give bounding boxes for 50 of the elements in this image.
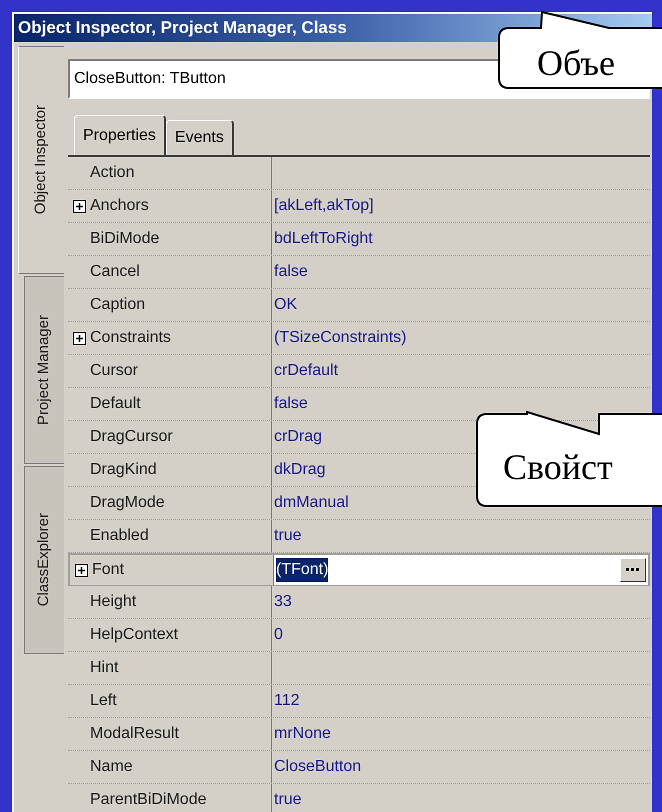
property-value[interactable]: crDrag: [274, 425, 322, 449]
property-name: Constraints: [90, 328, 171, 348]
ellipsis-icon: [626, 568, 640, 572]
property-name: Enabled: [90, 526, 149, 546]
property-value[interactable]: [akLeft,akTop]: [274, 194, 374, 218]
ellipsis-button[interactable]: [620, 558, 646, 582]
expand-icon[interactable]: [72, 200, 86, 212]
property-name: Action: [90, 163, 134, 183]
side-tab[interactable]: Project Manager: [24, 276, 64, 464]
side-tab[interactable]: ClassExplorer: [24, 466, 64, 654]
property-value[interactable]: 112: [274, 689, 300, 713]
tab[interactable]: Events: [166, 120, 234, 155]
property-value[interactable]: 0: [274, 623, 283, 647]
property-name: Font: [92, 560, 124, 580]
property-name: ModalResult: [90, 724, 179, 744]
property-name: DragKind: [90, 460, 157, 480]
window-title: Object Inspector, Project Manager, Class: [18, 17, 347, 40]
property-value[interactable]: mrNone: [274, 722, 331, 746]
property-name: Cancel: [90, 262, 140, 282]
tab[interactable]: Properties: [74, 115, 166, 155]
property-name: DragCursor: [90, 427, 173, 447]
property-value[interactable]: false: [274, 260, 308, 284]
side-tab[interactable]: Object Inspector: [18, 46, 64, 274]
expand-icon[interactable]: [72, 332, 86, 344]
property-value[interactable]: CloseButton: [274, 755, 362, 779]
property-name: Name: [90, 757, 133, 777]
callout-text: Свойст: [503, 446, 613, 489]
property-value[interactable]: true: [274, 788, 302, 812]
property-name: Caption: [90, 295, 146, 315]
property-value[interactable]: (TSizeConstraints): [274, 326, 406, 350]
property-name: Left: [90, 691, 117, 711]
property-name: Cursor: [90, 361, 138, 381]
property-value[interactable]: dmManual: [274, 491, 349, 515]
expand-icon[interactable]: [74, 564, 88, 576]
property-name: DragMode: [90, 493, 165, 513]
property-value[interactable]: 33: [274, 590, 292, 614]
property-name: Default: [90, 394, 141, 414]
property-name: HelpContext: [90, 625, 178, 645]
property-name: Hint: [90, 658, 118, 678]
property-name: Height: [90, 592, 136, 612]
property-value[interactable]: false: [274, 392, 308, 416]
property-value[interactable]: crDefault: [274, 359, 338, 383]
property-name: Anchors: [90, 196, 149, 216]
property-value[interactable]: (TFont): [276, 558, 328, 582]
property-value[interactable]: dkDrag: [274, 458, 326, 482]
property-value[interactable]: true: [274, 524, 302, 548]
property-value[interactable]: bdLeftToRight: [274, 227, 373, 251]
property-value[interactable]: OK: [274, 293, 298, 317]
property-name: BiDiMode: [90, 229, 160, 249]
property-name: ParentBiDiMode: [90, 790, 206, 810]
